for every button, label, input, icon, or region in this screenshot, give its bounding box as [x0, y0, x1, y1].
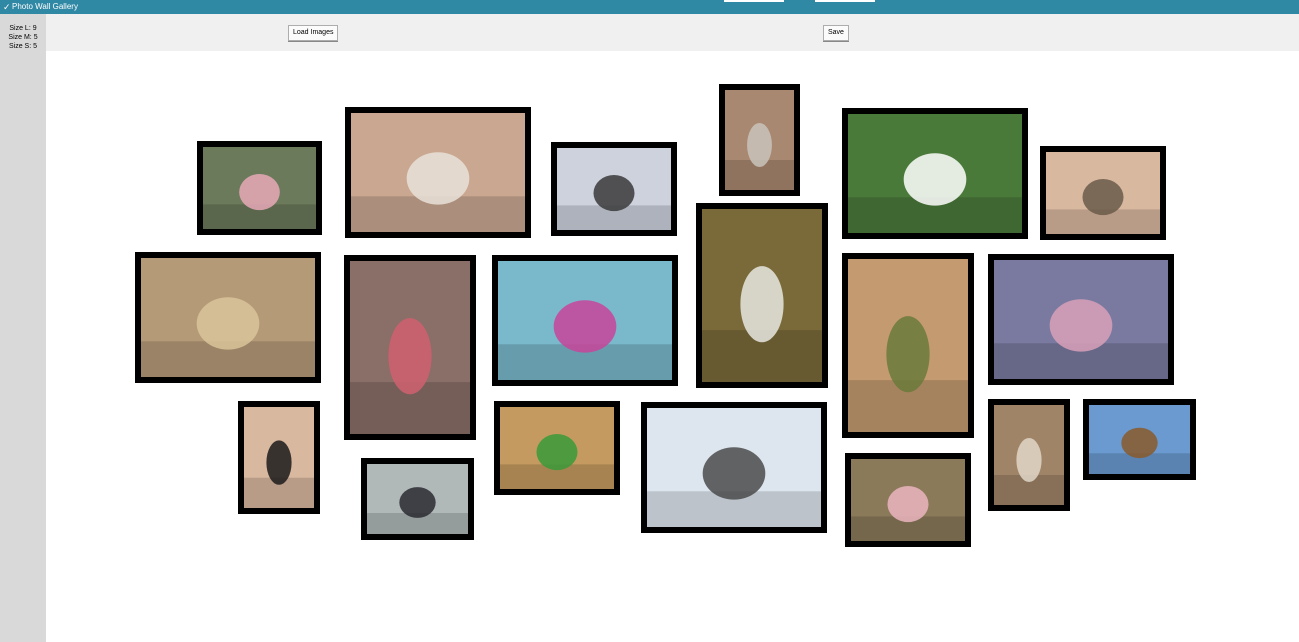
photo — [203, 147, 316, 229]
photo-frame[interactable] — [135, 252, 321, 383]
photo-frame[interactable] — [551, 142, 677, 236]
photo — [647, 408, 821, 527]
save-button[interactable]: Save — [823, 25, 849, 41]
photo-frame[interactable] — [719, 84, 800, 196]
photo — [725, 90, 794, 190]
photo — [351, 113, 525, 232]
photo-frame[interactable] — [1083, 399, 1196, 480]
load-images-button[interactable]: Load Images — [288, 25, 339, 41]
sidebar: Size L: 9 Size M: 5 Size S: 5 — [0, 14, 46, 642]
photo — [994, 260, 1168, 379]
photo-frame[interactable] — [988, 399, 1070, 511]
photo — [350, 261, 470, 434]
photo-frame[interactable] — [696, 203, 828, 388]
photo — [500, 407, 614, 489]
photo — [702, 209, 822, 382]
photo-frame[interactable] — [494, 401, 620, 495]
photo — [1046, 152, 1160, 234]
photo-frame[interactable] — [345, 107, 531, 238]
photo-frame[interactable] — [988, 254, 1174, 385]
photo-frame[interactable] — [1040, 146, 1166, 240]
photo — [848, 259, 968, 432]
toolbar: Load Images Save — [46, 14, 1299, 51]
photo — [498, 261, 672, 380]
title-bar: ✓ Photo Wall Gallery — [0, 0, 1299, 14]
photo-frame[interactable] — [492, 255, 678, 386]
photo — [851, 459, 965, 541]
size-l-count: Size L: 9 — [9, 25, 37, 32]
photo — [557, 148, 671, 230]
photo — [1089, 405, 1190, 474]
photo-frame[interactable] — [641, 402, 827, 533]
photo — [367, 464, 468, 534]
photo-frame[interactable] — [845, 453, 971, 547]
photo-frame[interactable] — [238, 401, 320, 514]
photo-frame[interactable] — [361, 458, 474, 540]
window-title: Photo Wall Gallery — [12, 2, 78, 11]
photo — [848, 114, 1022, 233]
titlebar-box-left — [724, 0, 784, 2]
photo — [141, 258, 315, 377]
titlebar-box-right — [815, 0, 875, 2]
photo-frame[interactable] — [842, 108, 1028, 239]
photo-frame[interactable] — [842, 253, 974, 438]
size-s-count: Size S: 5 — [8, 43, 37, 50]
photo — [994, 405, 1064, 505]
photo — [244, 407, 314, 508]
photo-frame[interactable] — [197, 141, 322, 235]
photo-frame[interactable] — [344, 255, 476, 440]
size-m-count: Size M: 5 — [8, 34, 38, 41]
feather-icon: ✓ — [3, 2, 11, 12]
